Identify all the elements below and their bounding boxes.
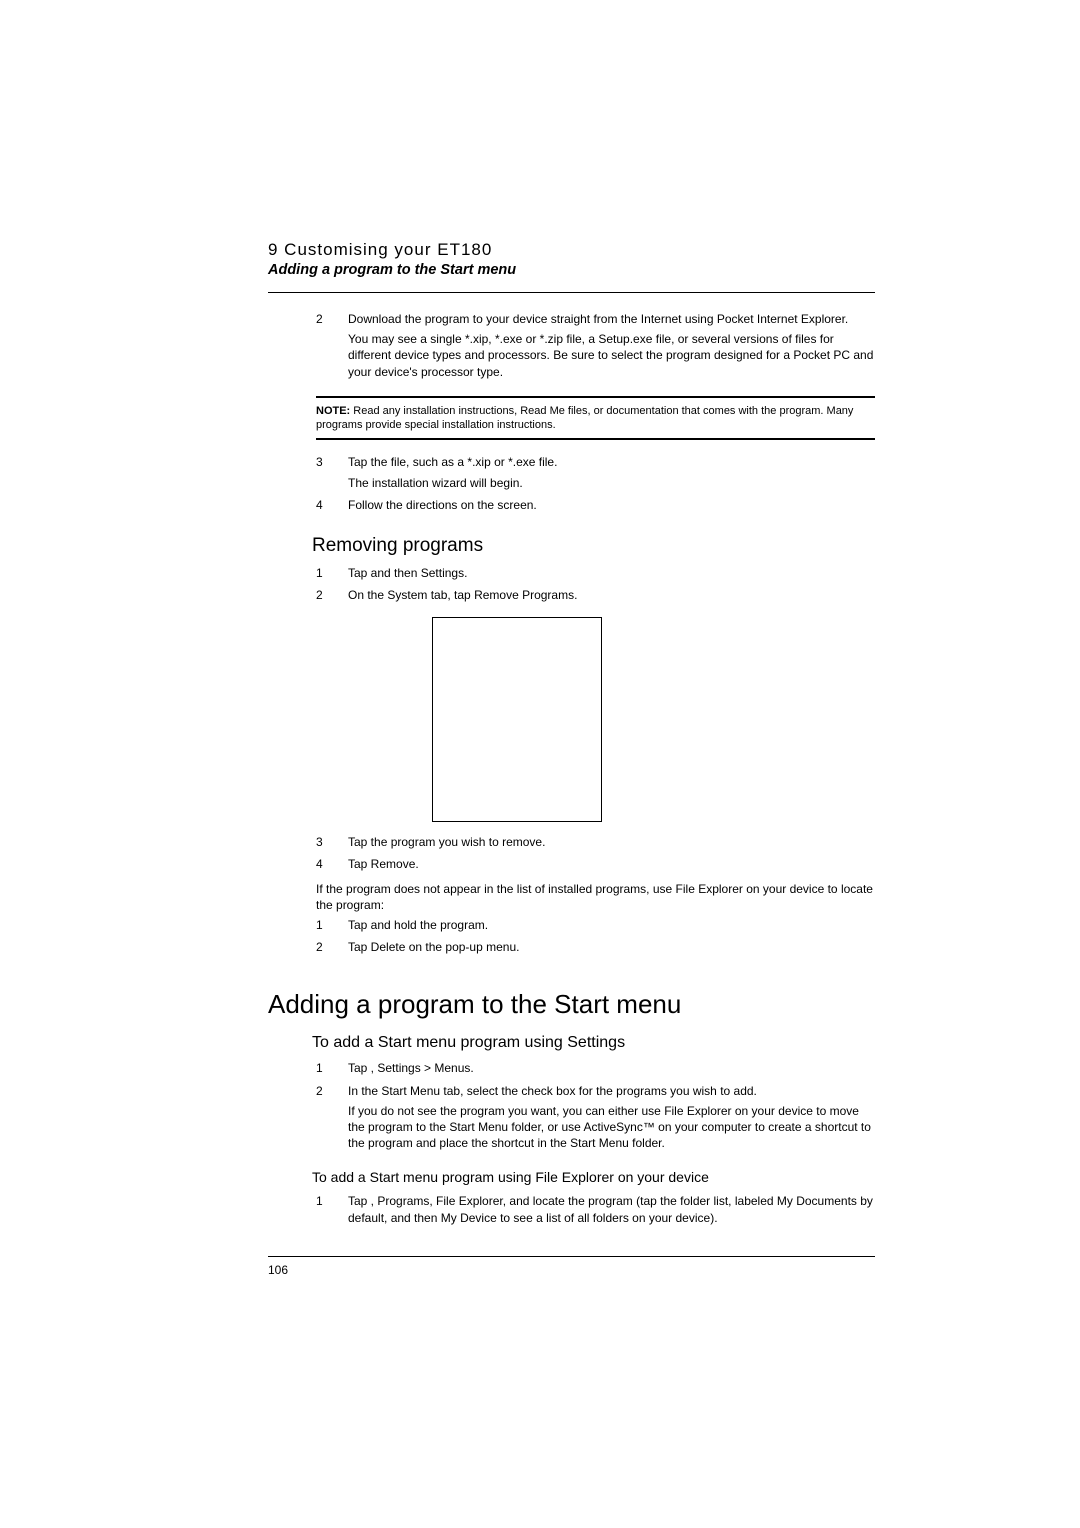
step-para: Tap and hold the program. — [348, 917, 875, 933]
step-row: 4 Follow the directions on the screen. — [316, 497, 875, 517]
step-row: 1 Tap and hold the program. — [316, 917, 875, 937]
step-row: 3 Tap the file, such as a *.xip or *.exe… — [316, 454, 875, 494]
step-para: Tap the program you wish to remove. — [348, 834, 875, 850]
step-para: Tap , Programs, File Explorer, and locat… — [348, 1193, 875, 1225]
step-para: You may see a single *.xip, *.exe or *.z… — [348, 331, 875, 380]
step-para: On the System tab, tap Remove Programs. — [348, 587, 875, 603]
step-number: 1 — [316, 1060, 348, 1080]
note-box: NOTE: Read any installation instructions… — [316, 396, 875, 441]
step-row: 2 In the Start Menu tab, select the chec… — [316, 1083, 875, 1156]
step-text: Tap and then Settings. — [348, 565, 875, 585]
chapter-heading: 9 Customising your ET180 — [268, 240, 875, 260]
step-para: In the Start Menu tab, select the check … — [348, 1083, 875, 1099]
removing-para: If the program does not appear in the li… — [316, 881, 875, 913]
step-number: 3 — [316, 454, 348, 494]
step-row: 1 Tap and then Settings. — [316, 565, 875, 585]
step-number: 2 — [316, 587, 348, 607]
step-para: Tap and then Settings. — [348, 565, 875, 581]
document-page: 9 Customising your ET180 Adding a progra… — [0, 0, 1080, 1277]
footer-rule — [268, 1256, 875, 1257]
section-heading: Adding a program to the Start menu — [268, 262, 875, 278]
step-para: Tap Remove. — [348, 856, 875, 872]
footer: 106 — [268, 1256, 875, 1277]
page-number: 106 — [268, 1263, 875, 1277]
step-number: 2 — [316, 311, 348, 384]
step-text: Tap Delete on the pop-up menu. — [348, 939, 875, 959]
step-row: 2 On the System tab, tap Remove Programs… — [316, 587, 875, 607]
step-text: Tap , Programs, File Explorer, and locat… — [348, 1193, 875, 1229]
step-text: Tap the program you wish to remove. — [348, 834, 875, 854]
step-row: 2 Download the program to your device st… — [316, 311, 875, 384]
screenshot-placeholder — [432, 617, 602, 822]
step-row: 1 Tap , Programs, File Explorer, and loc… — [316, 1193, 875, 1229]
step-para: Download the program to your device stra… — [348, 311, 875, 327]
adding-sub2-heading: To add a Start menu program using File E… — [312, 1169, 875, 1185]
note-text: Read any installation instructions, Read… — [316, 405, 853, 431]
step-text: Tap Remove. — [348, 856, 875, 876]
step-para: Tap the file, such as a *.xip or *.exe f… — [348, 454, 875, 470]
step-text: Tap and hold the program. — [348, 917, 875, 937]
removing-heading: Removing programs — [312, 535, 875, 557]
adding-sub1-heading: To add a Start menu program using Settin… — [312, 1034, 875, 1052]
step-para: The installation wizard will begin. — [348, 475, 875, 491]
step-number: 2 — [316, 1083, 348, 1156]
step-row: 4 Tap Remove. — [316, 856, 875, 876]
step-text: Tap the file, such as a *.xip or *.exe f… — [348, 454, 875, 494]
step-number: 1 — [316, 917, 348, 937]
step-row: 2 Tap Delete on the pop-up menu. — [316, 939, 875, 959]
step-text: In the Start Menu tab, select the check … — [348, 1083, 875, 1156]
step-para: Tap , Settings > Menus. — [348, 1060, 875, 1076]
step-row: 3 Tap the program you wish to remove. — [316, 834, 875, 854]
header-rule — [268, 292, 875, 293]
step-number: 3 — [316, 834, 348, 854]
step-para: Follow the directions on the screen. — [348, 497, 875, 513]
step-number: 1 — [316, 1193, 348, 1229]
step-number: 1 — [316, 565, 348, 585]
step-text: Follow the directions on the screen. — [348, 497, 875, 517]
content-block: 2 Download the program to your device st… — [316, 311, 875, 1277]
step-text: On the System tab, tap Remove Programs. — [348, 587, 875, 607]
step-para: Tap Delete on the pop-up menu. — [348, 939, 875, 955]
step-number: 2 — [316, 939, 348, 959]
step-text: Download the program to your device stra… — [348, 311, 875, 384]
step-number: 4 — [316, 856, 348, 876]
adding-heading: Adding a program to the Start menu — [268, 989, 875, 1020]
step-number: 4 — [316, 497, 348, 517]
step-para: If you do not see the program you want, … — [348, 1103, 875, 1152]
step-text: Tap , Settings > Menus. — [348, 1060, 875, 1080]
note-label: NOTE: — [316, 405, 350, 417]
step-row: 1 Tap , Settings > Menus. — [316, 1060, 875, 1080]
